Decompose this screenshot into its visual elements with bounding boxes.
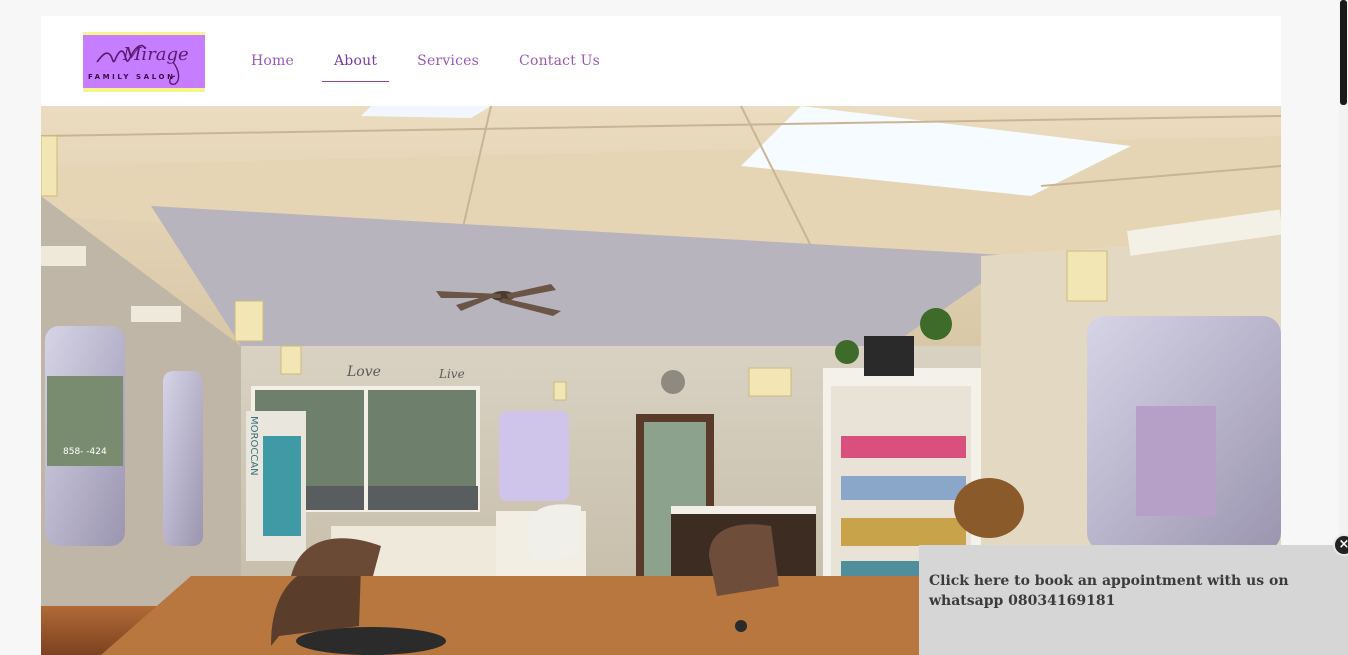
logo-script: Mirage <box>122 44 189 65</box>
wall-word-live: Live <box>438 367 465 381</box>
product-sign: MOROCCAN <box>248 416 259 476</box>
booking-link-text[interactable]: Click here to book an appointment with u… <box>929 571 1329 611</box>
wall-word-love: Love <box>346 364 381 380</box>
nav-contact-us[interactable]: Contact Us <box>507 16 612 106</box>
whatsapp-booking-popup[interactable]: Click here to book an appointment with u… <box>919 545 1348 655</box>
logo-graphic: Mirage FAMILY SALON <box>83 32 205 92</box>
nav-about[interactable]: About <box>322 16 390 106</box>
scrollbar-thumb[interactable] <box>1340 0 1347 105</box>
logo-subtitle: FAMILY SALON <box>88 73 176 81</box>
window-sign: 858- -424 <box>63 447 107 457</box>
close-icon[interactable]: × <box>1333 534 1348 556</box>
site-header: Mirage FAMILY SALON Home About Services … <box>41 16 1281 106</box>
main-nav: Home About Services Contact Us <box>239 16 628 106</box>
nav-services[interactable]: Services <box>405 16 491 106</box>
salon-logo[interactable]: Mirage FAMILY SALON <box>83 32 205 92</box>
nav-home[interactable]: Home <box>239 16 306 106</box>
